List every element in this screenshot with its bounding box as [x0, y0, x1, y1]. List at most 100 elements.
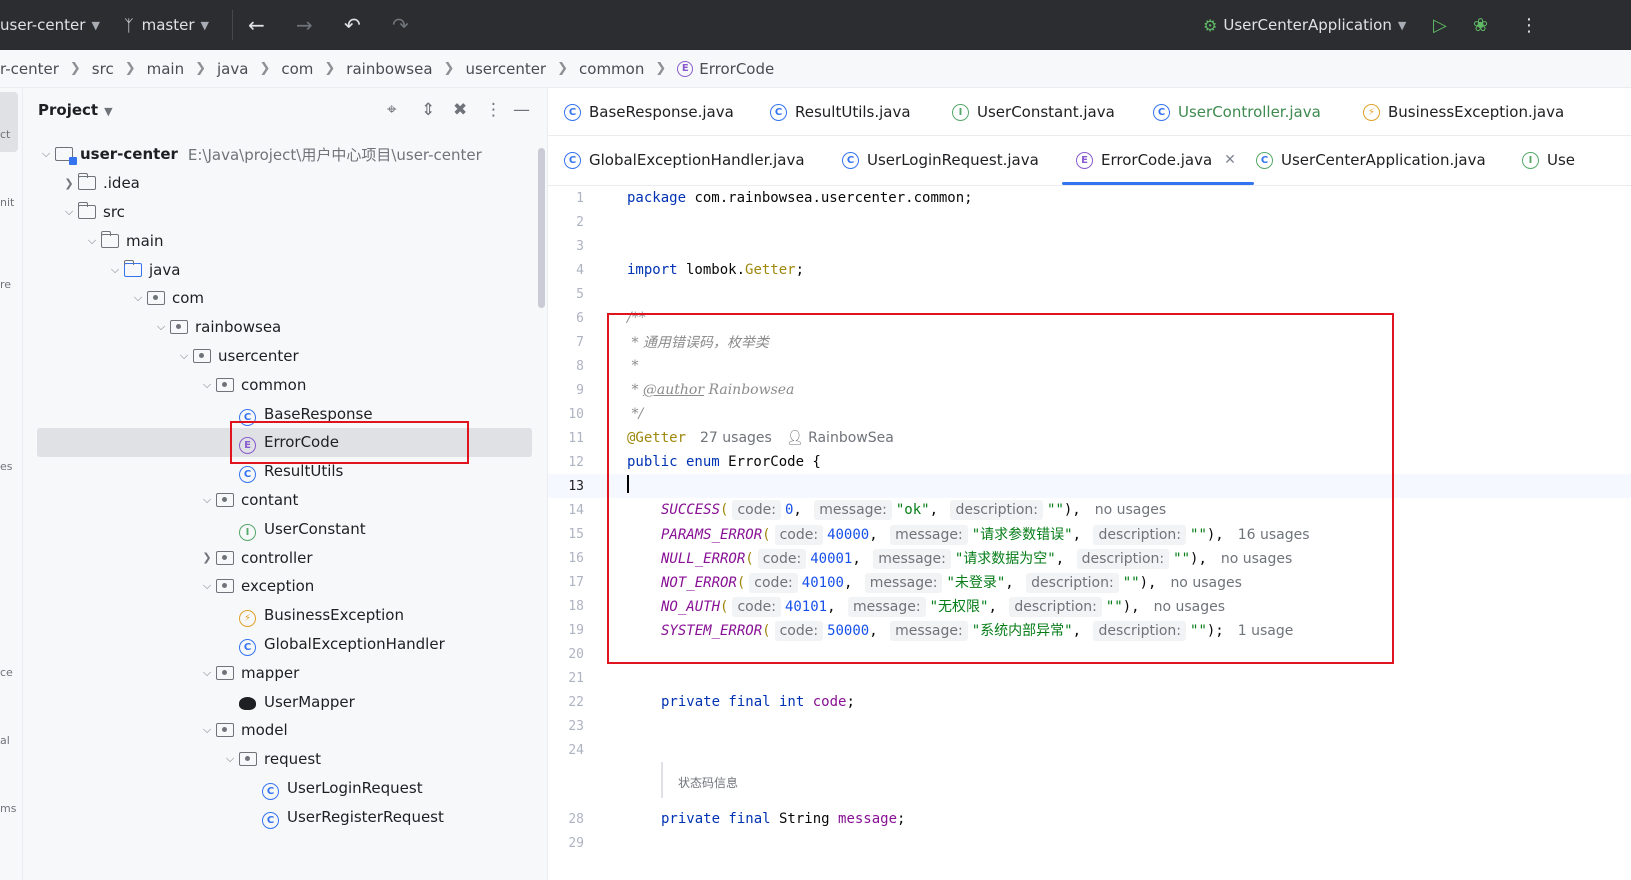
chevron-right-icon[interactable]: ❯ — [198, 551, 216, 564]
tree-node-mapper[interactable]: ⌵ mapper — [23, 658, 547, 687]
close-icon[interactable]: ✕ — [1224, 152, 1236, 168]
redo-button[interactable]: ↷ — [392, 0, 409, 50]
tree-node-userloginrequest[interactable]: C UserLoginRequest — [23, 774, 547, 803]
stripe-label[interactable]: ms — [0, 802, 16, 815]
chevron-down-icon[interactable]: ⌵ — [106, 263, 124, 277]
chevron-down-icon[interactable]: ⌵ — [83, 234, 101, 248]
tree-node-globalexceptionhandler[interactable]: C GlobalExceptionHandler — [23, 630, 547, 659]
expand-all-icon[interactable]: ⇕ — [421, 100, 435, 120]
tree-node-java[interactable]: ⌵ java — [23, 255, 547, 284]
branch-switcher[interactable]: ᛉ master ▼ — [124, 0, 209, 50]
project-tool-tab[interactable] — [0, 92, 18, 152]
tab-errorcode[interactable]: E ErrorCode.java ✕ — [1062, 136, 1254, 185]
line-number: 2 — [576, 214, 584, 230]
chevron-right-icon[interactable]: ❯ — [60, 177, 78, 190]
rendered-doc-text[interactable]: 状态码信息 — [678, 774, 738, 791]
breadcrumb-item[interactable]: java — [217, 60, 248, 78]
usages-hint[interactable]: no usages — [1154, 599, 1225, 615]
chevron-down-icon[interactable]: ⌵ — [198, 579, 216, 593]
chevron-down-icon[interactable]: ⌵ — [198, 666, 216, 680]
tree-node-usercenter[interactable]: ⌵ usercenter — [23, 342, 547, 371]
line-number: 17 — [568, 574, 584, 590]
tree-node-businessexception[interactable]: ⚡ BusinessException — [23, 601, 547, 630]
run-button[interactable]: ▷ — [1433, 0, 1447, 50]
chevron-down-icon[interactable]: ⌵ — [60, 205, 78, 219]
tree-node-baseresponse[interactable]: C BaseResponse — [23, 399, 547, 428]
tree-node-root[interactable]: ⌵ user-center E:\Java\project\用户中心项目\use… — [23, 140, 547, 169]
breadcrumb-item[interactable]: com — [281, 60, 313, 78]
tab-userconstant[interactable]: I UserConstant.java — [952, 88, 1115, 136]
collapse-all-icon[interactable]: ✖ — [453, 100, 467, 120]
tree-node-exception[interactable]: ⌵ exception — [23, 572, 547, 601]
chevron-down-icon[interactable]: ⌵ — [37, 147, 55, 161]
tree-node-usermapper[interactable]: UserMapper — [23, 687, 547, 716]
tab-businessexception[interactable]: ⚡ BusinessException.java — [1363, 88, 1564, 136]
usages-hint[interactable]: 16 usages — [1238, 527, 1310, 543]
chevron-down-icon[interactable]: ⌵ — [152, 320, 170, 334]
stripe-label[interactable]: ct — [0, 128, 10, 141]
chevron-down-icon[interactable]: ⌵ — [198, 493, 216, 507]
breadcrumb-item[interactable]: usercenter — [465, 60, 546, 78]
hide-panel-icon[interactable]: — — [513, 100, 530, 120]
chevron-down-icon[interactable]: ⌵ — [221, 752, 239, 766]
locate-icon[interactable]: ⌖ — [387, 100, 397, 120]
tree-node-resultutils[interactable]: C ResultUtils — [23, 457, 547, 486]
tab-label: UserConstant.java — [977, 103, 1115, 121]
tree-node-idea[interactable]: ❯ .idea — [23, 169, 547, 198]
tree-node-userregisterrequest[interactable]: C UserRegisterRequest — [23, 802, 547, 831]
chevron-down-icon[interactable]: ⌵ — [198, 378, 216, 392]
usages-hint[interactable]: no usages — [1221, 551, 1292, 567]
code-line: 21 — [548, 666, 1631, 690]
chevron-down-icon[interactable]: ⌵ — [129, 291, 147, 305]
tab-globalexceptionhandler[interactable]: C GlobalExceptionHandler.java — [564, 136, 805, 184]
project-view-selector[interactable]: Project ▼ — [38, 101, 113, 119]
breadcrumb-item[interactable]: ErrorCode — [699, 60, 774, 78]
breadcrumb-item[interactable]: src — [92, 60, 114, 78]
project-switcher[interactable]: user-center ▼ — [0, 0, 100, 50]
usages-hint[interactable]: 27 usages — [700, 430, 772, 446]
tab-userloginrequest[interactable]: C UserLoginRequest.java — [842, 136, 1039, 184]
project-scrollbar[interactable] — [538, 148, 545, 308]
tree-node-rainbowsea[interactable]: ⌵ rainbowsea — [23, 313, 547, 342]
stripe-label[interactable]: nit — [0, 196, 14, 209]
stripe-label[interactable]: ce — [0, 666, 13, 679]
tree-node-contant[interactable]: ⌵ contant — [23, 486, 547, 515]
editor-tabs-row-1: C BaseResponse.java C ResultUtils.java I Us… — [548, 88, 1631, 136]
stripe-label[interactable]: al — [0, 734, 10, 747]
tree-node-common[interactable]: ⌵ common — [23, 370, 547, 399]
stripe-label[interactable]: re — [0, 278, 11, 291]
tree-node-src[interactable]: ⌵ src — [23, 198, 547, 227]
tab-usercenterapplication[interactable]: C UserCenterApplication.java — [1256, 136, 1486, 184]
run-config-selector[interactable]: ⚙ UserCenterApplication ▼ — [1203, 0, 1406, 50]
tree-node-model[interactable]: ⌵ model — [23, 716, 547, 745]
tree-node-controller[interactable]: ❯ controller — [23, 543, 547, 572]
breadcrumb-item[interactable]: common — [579, 60, 644, 78]
more-actions-button[interactable]: ⋮ — [1520, 0, 1538, 50]
back-button[interactable]: ← — [248, 0, 265, 50]
chevron-down-icon[interactable]: ⌵ — [175, 349, 193, 363]
tab-usercontroller[interactable]: C UserController.java — [1153, 88, 1321, 136]
tab-baseresponse[interactable]: C BaseResponse.java — [564, 88, 734, 136]
usages-hint[interactable]: no usages — [1170, 575, 1241, 591]
chevron-down-icon[interactable]: ⌵ — [198, 723, 216, 737]
tree-node-com[interactable]: ⌵ com — [23, 284, 547, 313]
breadcrumb-item[interactable]: r-center — [0, 60, 59, 78]
code-editor[interactable]: 1 package com.rainbowsea.usercenter.comm… — [548, 186, 1631, 880]
usages-hint[interactable]: 1 usage — [1238, 623, 1294, 639]
tree-node-main[interactable]: ⌵ main — [23, 226, 547, 255]
debug-button[interactable]: ❀ — [1473, 0, 1488, 50]
stripe-label[interactable]: es — [0, 460, 13, 473]
tree-node-userconstant[interactable]: I UserConstant — [23, 514, 547, 543]
options-icon[interactable]: ⋮ — [485, 100, 502, 120]
author-hint[interactable]: RainbowSea — [808, 430, 894, 446]
breadcrumb-item[interactable]: main — [147, 60, 184, 78]
usages-hint[interactable]: no usages — [1095, 502, 1166, 518]
tree-node-errorcode[interactable]: E ErrorCode — [37, 427, 532, 457]
tab-overflow[interactable]: I Use — [1522, 136, 1575, 184]
undo-button[interactable]: ↶ — [344, 0, 361, 50]
breadcrumb-item[interactable]: rainbowsea — [346, 60, 432, 78]
exception-class-icon: ⚡ — [239, 607, 259, 628]
tab-resultutils[interactable]: C ResultUtils.java — [770, 88, 911, 136]
tree-node-request[interactable]: ⌵ request — [23, 745, 547, 774]
forward-button[interactable]: → — [296, 0, 313, 50]
